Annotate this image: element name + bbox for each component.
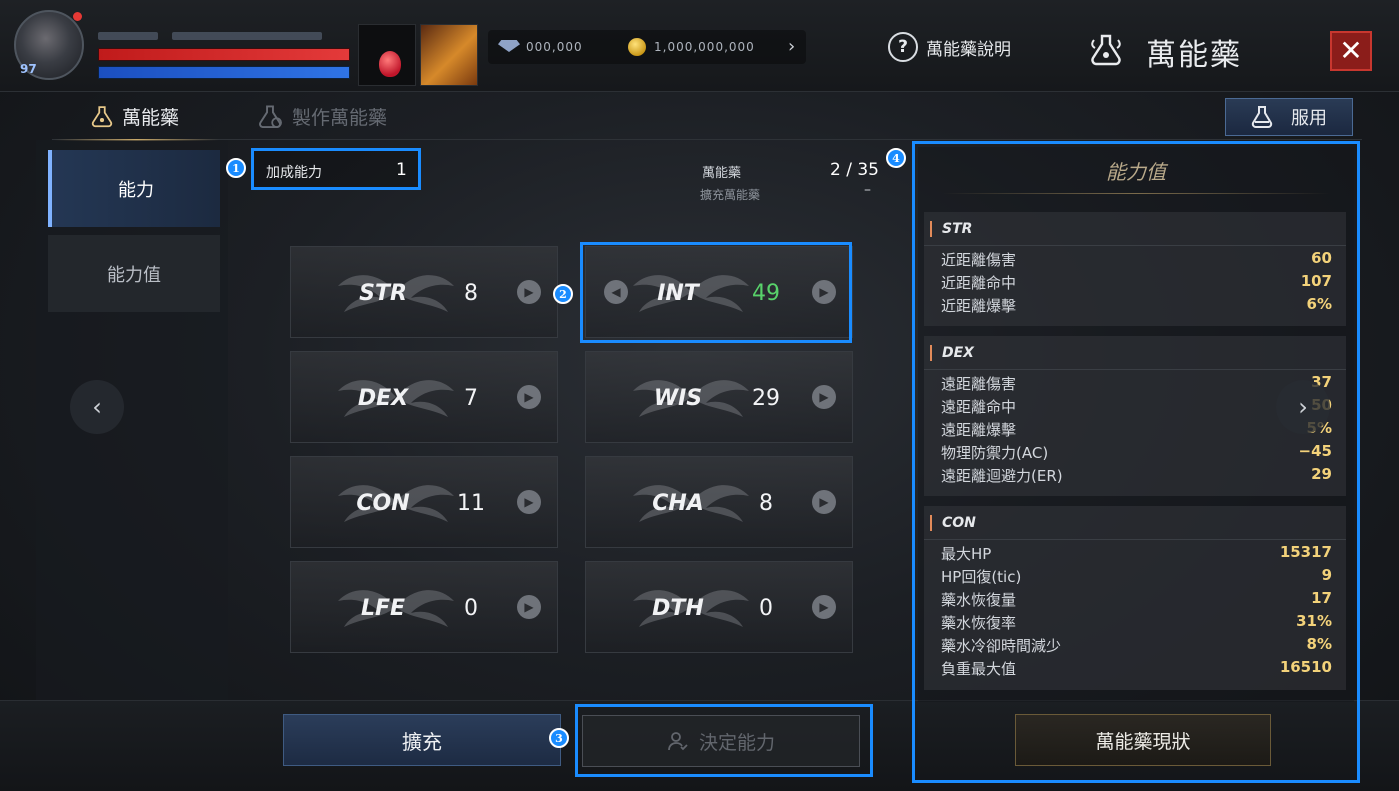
increase-arrow-icon[interactable]: ▶ — [517, 385, 541, 409]
potion-flask-icon — [1091, 34, 1121, 66]
increase-arrow-icon[interactable]: ▶ — [517, 280, 541, 304]
expand-potion-label: 擴充萬能藥 — [700, 188, 761, 202]
stat-card-dex: DEX 7 ▶ — [290, 351, 558, 443]
potion-quickslot[interactable] — [358, 24, 416, 86]
potion-count-label: 萬能藥 — [702, 166, 742, 181]
stat-name: CON — [356, 491, 410, 516]
notification-dot — [73, 12, 82, 21]
player-avatar[interactable]: 97 — [14, 10, 84, 80]
prev-page-button[interactable]: ‹ — [70, 380, 124, 434]
increase-arrow-icon[interactable]: ▶ — [812, 385, 836, 409]
red-potion-icon — [379, 51, 401, 77]
stat-card-wis: WIS 29 ▶ — [585, 351, 853, 443]
potion-count-value: 2 / 35 — [830, 160, 879, 180]
help-label: 萬能藥說明 — [926, 39, 1011, 60]
potion-tab-icon — [91, 106, 113, 128]
gold-coin-icon — [628, 38, 646, 56]
side-item-ability[interactable]: 能力 — [48, 150, 220, 227]
close-button[interactable]: ✕ — [1330, 31, 1372, 71]
increase-arrow-icon[interactable]: ▶ — [812, 490, 836, 514]
bonus-ability-value: 1 — [396, 160, 407, 180]
tutorial-badge-1: 1 — [226, 158, 246, 178]
player-name-blur — [98, 32, 158, 40]
stat-value: 11 — [457, 491, 485, 516]
increase-arrow-icon[interactable]: ▶ — [517, 490, 541, 514]
bonus-ability-label: 加成能力 — [266, 165, 322, 181]
stat-value: 7 — [464, 386, 478, 411]
use-button[interactable]: 服用 — [1225, 98, 1353, 136]
tab-craft-label: 製作萬能藥 — [292, 106, 388, 129]
side-item-stats[interactable]: 能力值 — [48, 235, 220, 312]
increase-arrow-icon[interactable]: ▶ — [517, 595, 541, 619]
hp-bar — [98, 48, 350, 61]
tab-potion[interactable]: 萬能藥 — [53, 92, 220, 141]
confirm-button-label: 決定能力 — [698, 731, 775, 754]
stat-card-con: CON 11 ▶ — [290, 456, 558, 548]
tab-craft[interactable]: 製作萬能藥 — [254, 92, 387, 140]
question-icon: ? — [888, 32, 918, 62]
craft-tab-icon — [259, 105, 282, 129]
buff-icon[interactable] — [420, 24, 478, 86]
side-item-label: 能力 — [118, 179, 154, 201]
expand-button[interactable]: 擴充 — [283, 714, 561, 766]
use-button-label: 服用 — [1291, 108, 1327, 129]
tab-row: 萬能藥 製作萬能藥 — [52, 92, 1362, 141]
stat-card-lfe: LFE 0 ▶ — [290, 561, 558, 653]
tab-potion-label: 萬能藥 — [122, 106, 180, 129]
int-highlight-frame — [580, 242, 852, 343]
stat-name: DEX — [357, 386, 409, 411]
level-indicator: 97 — [20, 62, 37, 76]
stat-value: 29 — [752, 386, 780, 411]
expand-potion-value: – — [864, 182, 871, 198]
diamond-amount: 000,000 — [526, 40, 583, 54]
side-item-label: 能力值 — [107, 264, 161, 286]
flask-icon — [1251, 106, 1273, 128]
chevron-left-icon: ‹ — [92, 393, 102, 421]
increase-arrow-icon[interactable]: ▶ — [812, 595, 836, 619]
tutorial-badge-2: 2 — [553, 284, 573, 304]
side-nav: 能力 能力值 — [36, 140, 228, 700]
stat-value: 0 — [759, 596, 773, 621]
gold-amount: 1,000,000,000 — [654, 40, 755, 54]
stat-card-str: STR 8 ▶ — [290, 246, 558, 338]
stat-name: LFE — [360, 596, 406, 621]
mp-bar — [98, 66, 350, 79]
stat-card-cha: CHA 8 ▶ — [585, 456, 853, 548]
stat-value: 0 — [464, 596, 478, 621]
confirm-ability-button[interactable]: 決定能力 — [582, 715, 860, 767]
stat-name: CHA — [652, 491, 704, 516]
help-button[interactable]: ? 萬能藥說明 — [888, 32, 1011, 62]
stat-value: 8 — [759, 491, 773, 516]
tutorial-badge-4: 4 — [886, 148, 906, 168]
stats-highlight-frame — [912, 141, 1360, 783]
close-icon: ✕ — [1339, 34, 1363, 67]
hud-icons-blur — [172, 32, 322, 40]
currency-expand-arrow[interactable]: › — [788, 36, 795, 57]
page-title: 萬能藥 — [1146, 38, 1242, 73]
tutorial-badge-3: 3 — [549, 728, 569, 748]
stat-card-dth: DTH 0 ▶ — [585, 561, 853, 653]
stat-name: WIS — [653, 386, 703, 411]
stat-name: STR — [359, 281, 407, 306]
stat-name: DTH — [652, 596, 704, 621]
expand-button-label: 擴充 — [402, 729, 442, 754]
user-check-icon — [668, 732, 688, 751]
stat-value: 8 — [464, 281, 478, 306]
